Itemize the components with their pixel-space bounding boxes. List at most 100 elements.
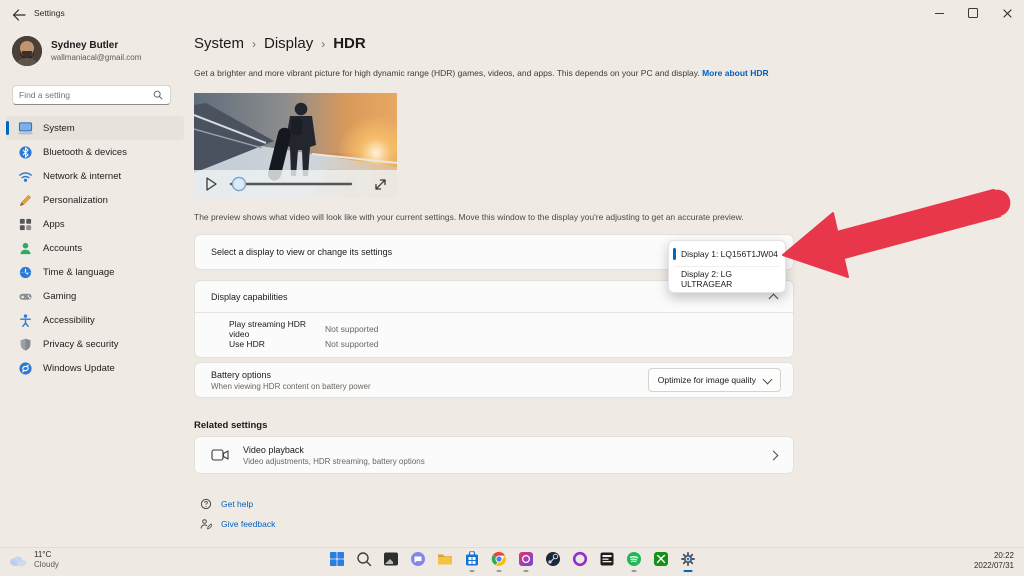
clock-globe-icon xyxy=(18,265,33,280)
start-button[interactable] xyxy=(327,549,347,573)
dark-app-icon xyxy=(383,551,399,567)
restore-button[interactable] xyxy=(956,0,990,26)
give-feedback-link[interactable]: Give feedback xyxy=(200,518,275,530)
taskbar-search-button[interactable] xyxy=(354,549,374,573)
taskbar-opera[interactable] xyxy=(570,549,590,573)
close-button[interactable] xyxy=(990,0,1024,26)
display-option-1[interactable]: Display 1: LQ156T1JW04 xyxy=(669,243,785,265)
sidebar-item-accounts[interactable]: Accounts xyxy=(6,236,184,260)
sidebar-item-apps[interactable]: Apps xyxy=(6,212,184,236)
clock-time: 20:22 xyxy=(974,551,1014,561)
taskbar-xbox[interactable] xyxy=(651,549,671,573)
feedback-icon xyxy=(200,518,212,530)
capability-row: Use HDR Not supported xyxy=(229,336,793,351)
chevron-down-icon xyxy=(763,374,773,384)
breadcrumb-system[interactable]: System xyxy=(194,35,244,52)
sidebar-item-bluetooth-devices[interactable]: Bluetooth & devices xyxy=(6,140,184,164)
news-app-icon xyxy=(599,551,615,567)
chat-bubble-icon xyxy=(410,551,426,567)
taskbar-file-explorer[interactable] xyxy=(435,549,455,573)
search-icon xyxy=(153,90,163,100)
taskbar-clock[interactable]: 20:22 2022/07/31 xyxy=(974,551,1014,572)
page-title: HDR xyxy=(333,35,366,52)
folder-icon xyxy=(437,551,453,567)
chrome-icon xyxy=(491,551,507,567)
sidebar-item-network-internet[interactable]: Network & internet xyxy=(6,164,184,188)
related-settings-heading: Related settings xyxy=(194,420,267,431)
gamepad-icon xyxy=(18,289,33,304)
taskbar-chrome[interactable] xyxy=(489,549,509,573)
settings-search xyxy=(12,85,171,105)
red-arrow-annotation xyxy=(770,186,1022,292)
active-app-indicator xyxy=(683,570,692,572)
search-icon xyxy=(356,551,372,567)
sidebar-item-system[interactable]: System xyxy=(6,116,184,140)
battery-options-dropdown[interactable]: Optimize for image quality xyxy=(648,368,781,392)
sidebar-item-privacy-security[interactable]: Privacy & security xyxy=(6,332,184,356)
display-option-2[interactable]: Display 2: LG ULTRAGEAR xyxy=(669,268,785,290)
settings-sidebar: Sydney Butler wallmaniacal@gmail.com Sys… xyxy=(0,28,190,548)
preview-note: The preview shows what video will look l… xyxy=(194,212,814,222)
minimize-button[interactable] xyxy=(922,0,956,26)
chevron-up-icon xyxy=(769,293,779,303)
video-playback-title: Video playback xyxy=(243,445,756,455)
taskbar-microsoft-store[interactable] xyxy=(462,549,482,573)
avatar xyxy=(12,36,42,66)
sidebar-item-accessibility[interactable]: Accessibility xyxy=(6,308,184,332)
display-dropdown-flyout: Display 1: LQ156T1JW04 Display 2: LG ULT… xyxy=(668,240,786,293)
taskbar-settings[interactable] xyxy=(678,549,698,573)
hdr-description: Get a brighter and more vibrant picture … xyxy=(194,68,804,78)
breadcrumb-separator: › xyxy=(252,37,256,51)
taskbar: 11°C Cloudy xyxy=(0,547,1024,576)
breadcrumb: System › Display › HDR xyxy=(194,35,366,52)
battery-options-card: Battery options When viewing HDR content… xyxy=(194,362,794,398)
system-icon xyxy=(18,121,33,136)
taskbar-photos-dark-app[interactable] xyxy=(381,549,401,573)
close-icon xyxy=(1003,9,1012,18)
restore-icon xyxy=(968,8,978,18)
more-about-hdr-link[interactable]: More about HDR xyxy=(702,68,769,78)
help-icon xyxy=(200,498,212,510)
breadcrumb-separator: › xyxy=(321,37,325,51)
taskbar-photos[interactable] xyxy=(516,549,536,573)
user-profile[interactable]: Sydney Butler wallmaniacal@gmail.com xyxy=(12,36,141,66)
search-input[interactable] xyxy=(13,90,153,100)
gear-icon xyxy=(680,551,696,567)
video-playback-card[interactable]: Video playback Video adjustments, HDR st… xyxy=(194,436,794,474)
minimize-icon xyxy=(935,13,944,14)
update-icon xyxy=(18,361,33,376)
user-name: Sydney Butler xyxy=(51,40,141,51)
spotify-icon xyxy=(626,551,642,567)
taskbar-steam[interactable] xyxy=(543,549,563,573)
photos-icon xyxy=(518,551,534,567)
select-display-label: Select a display to view or change its s… xyxy=(211,247,392,257)
back-button[interactable] xyxy=(12,8,26,20)
get-help-link[interactable]: Get help xyxy=(200,498,253,510)
person-icon xyxy=(18,241,33,256)
accessibility-person-icon xyxy=(18,313,33,328)
bluetooth-icon xyxy=(18,145,33,160)
sidebar-item-time-language[interactable]: Time & language xyxy=(6,260,184,284)
taskbar-icons xyxy=(0,549,1024,573)
windows-desktop: Settings Sydney Butler wallmaniacal@gmai… xyxy=(0,0,1024,576)
xbox-icon xyxy=(653,551,669,567)
sidebar-item-personalization[interactable]: Personalization xyxy=(6,188,184,212)
taskbar-spotify[interactable] xyxy=(624,549,644,573)
app-title: Settings xyxy=(34,8,65,18)
taskbar-news-app[interactable] xyxy=(597,549,617,573)
video-playback-subtitle: Video adjustments, HDR streaming, batter… xyxy=(243,457,756,466)
breadcrumb-display[interactable]: Display xyxy=(264,35,313,52)
microsoft-store-icon xyxy=(464,551,480,567)
shield-icon xyxy=(18,337,33,352)
steam-icon xyxy=(545,551,561,567)
clock-date: 2022/07/31 xyxy=(974,561,1014,571)
sidebar-item-gaming[interactable]: Gaming xyxy=(6,284,184,308)
opera-icon xyxy=(572,551,588,567)
capability-row: Play streaming HDR video Not supported xyxy=(229,321,793,336)
settings-titlebar: Settings xyxy=(0,0,1024,28)
sidebar-item-windows-update[interactable]: Windows Update xyxy=(6,356,184,380)
sidebar-nav: System Bluetooth & devices Network & int… xyxy=(6,116,184,380)
taskbar-teams-chat[interactable] xyxy=(408,549,428,573)
apps-grid-icon xyxy=(18,217,33,232)
battery-options-title: Battery options xyxy=(211,370,371,380)
